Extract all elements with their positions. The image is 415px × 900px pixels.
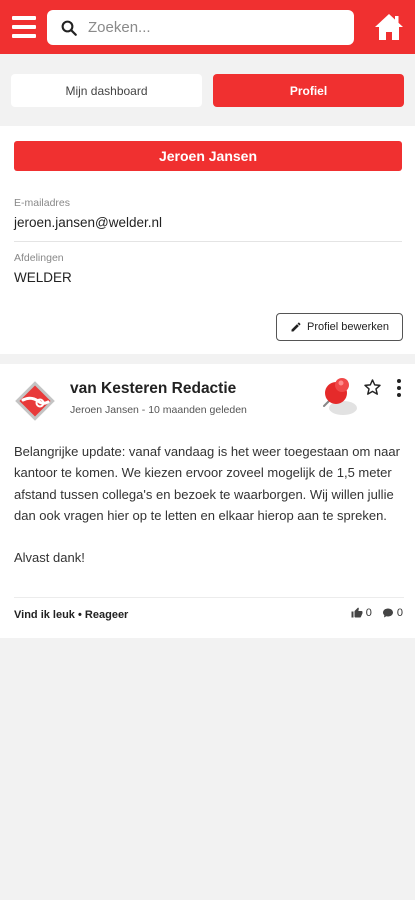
pin-icon	[323, 378, 357, 415]
search-icon	[61, 20, 77, 36]
post-actions: Vind ik leuk • Reageer	[14, 609, 128, 621]
comment-count[interactable]: 0	[382, 607, 403, 619]
post-meta: Jeroen Jansen - 10 maanden geleden	[70, 404, 247, 416]
divider	[14, 597, 404, 598]
tab-profiel[interactable]: Profiel	[213, 74, 404, 107]
search-input[interactable]	[88, 10, 343, 45]
top-bar	[0, 0, 415, 54]
comment-icon	[382, 608, 393, 618]
email-value: jeroen.jansen@welder.nl	[14, 215, 163, 230]
pencil-icon	[291, 322, 301, 332]
post-body: Belangrijke update: vanaf vandaag is het…	[14, 441, 404, 589]
divider	[14, 241, 402, 242]
profile-name: Jeroen Jansen	[14, 141, 402, 171]
thumbs-up-icon	[351, 607, 363, 618]
edit-profile-label: Profiel bewerken	[307, 321, 389, 333]
department-value: WELDER	[14, 270, 72, 285]
reply-link[interactable]: Reageer	[85, 609, 128, 621]
post-counts: 0 0	[351, 607, 403, 619]
hamburger-menu-icon[interactable]	[12, 16, 36, 38]
star-icon[interactable]	[363, 378, 382, 397]
tab-mijn-dashboard[interactable]: Mijn dashboard	[11, 74, 202, 107]
comment-count-value: 0	[396, 607, 403, 619]
tab-bar: Mijn dashboard Profiel	[0, 54, 415, 121]
department-label: Afdelingen	[14, 252, 64, 264]
like-count-value: 0	[365, 607, 372, 619]
edit-profile-button[interactable]: Profiel bewerken	[276, 313, 403, 341]
company-logo-icon	[15, 381, 55, 421]
home-icon[interactable]	[374, 13, 404, 41]
more-vertical-icon[interactable]	[395, 378, 403, 398]
profile-card: Jeroen Jansen E-mailadres jeroen.jansen@…	[0, 126, 415, 354]
search-bar[interactable]	[47, 10, 354, 45]
post-author[interactable]: van Kesteren Redactie	[70, 380, 236, 398]
like-count[interactable]: 0	[351, 607, 372, 619]
email-label: E-mailadres	[14, 197, 71, 209]
post-paragraph: Belangrijke update: vanaf vandaag is het…	[14, 444, 400, 523]
action-separator: •	[78, 609, 82, 621]
post-paragraph: Alvast dank!	[14, 550, 85, 566]
post-card: van Kesteren Redactie Jeroen Jansen - 10…	[0, 364, 415, 638]
like-link[interactable]: Vind ik leuk	[14, 609, 75, 621]
